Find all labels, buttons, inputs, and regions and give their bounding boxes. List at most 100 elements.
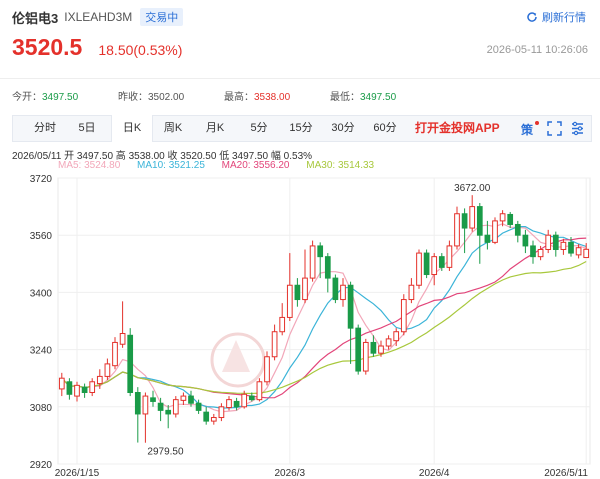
- candle-body: [370, 341, 377, 354]
- candle-body: [507, 213, 514, 225]
- y-tick-label: 3560: [30, 231, 53, 242]
- candle-body: [416, 252, 422, 286]
- candle-body: [385, 338, 392, 347]
- candle-body: [522, 234, 529, 247]
- candle-body: [332, 277, 339, 301]
- settings-icon[interactable]: [570, 121, 585, 136]
- candle-body: [575, 247, 582, 256]
- candle-body: [552, 234, 559, 251]
- tab-daily-k[interactable]: 日K: [111, 115, 153, 142]
- candle-body: [127, 334, 134, 394]
- candle-body: [188, 395, 194, 404]
- high-price-label: 3672.00: [454, 183, 491, 194]
- candle-body: [256, 381, 263, 401]
- refresh-label: 刷新行情: [542, 12, 586, 24]
- candle-body: [514, 223, 521, 236]
- candle-body: [271, 331, 278, 358]
- candle-body: [454, 213, 460, 247]
- candle-body: [378, 345, 384, 354]
- fullscreen-icon[interactable]: [547, 121, 562, 136]
- tab-timeshare[interactable]: 分时: [29, 116, 61, 141]
- tab-30min[interactable]: 30分: [327, 116, 359, 141]
- ma20-line: [61, 237, 587, 399]
- candle-body: [438, 256, 445, 268]
- candle-body: [218, 406, 225, 419]
- candle-body: [264, 356, 270, 383]
- candle-body: [302, 277, 308, 301]
- strategy-icon[interactable]: 策: [521, 121, 539, 137]
- tab-15min[interactable]: 15分: [285, 116, 317, 141]
- stat-high: 最高：3538.00: [224, 92, 291, 103]
- watermark: [210, 332, 266, 388]
- candle-body: [393, 331, 400, 342]
- ma30-line: [61, 260, 587, 395]
- header-divider: [0, 78, 600, 79]
- strategy-label: 策: [521, 123, 534, 137]
- candle-body: [134, 392, 141, 415]
- candle-body: [286, 284, 293, 318]
- candle-body: [74, 384, 80, 397]
- period-tabs: 分时 5日 日K 周K 月K 5分 15分 30分 60分 打开金投网APP 策: [12, 115, 592, 142]
- candle-body: [530, 245, 536, 258]
- refresh-button[interactable]: 刷新行情: [526, 9, 586, 25]
- candles: [58, 195, 590, 443]
- refresh-icon: [527, 12, 537, 22]
- tab-5day[interactable]: 5日: [71, 116, 103, 141]
- strategy-dot-icon: [535, 121, 539, 125]
- stats-row: 今开：3497.50 昨收：3502.00 最高：3538.00 最低：3497…: [12, 88, 592, 103]
- price-row: 3520.5 18.50(0.53%): [12, 34, 182, 61]
- ma-legend: MA5: 3524.80 MA10: 3521.25 MA20: 3556.20…: [58, 160, 388, 171]
- candle-body: [157, 402, 164, 411]
- x-tick-label: 2026/1/15: [55, 468, 100, 479]
- kline-chart[interactable]: 3720 3560 3400 3240 3080 29202026/1/15 2026/3 2…: [0, 172, 600, 479]
- tab-weekly-k[interactable]: 周K: [157, 116, 189, 141]
- candle-body: [340, 284, 346, 301]
- candle-body: [96, 375, 103, 385]
- candle-body: [195, 402, 202, 411]
- title-row: 伦铝电3 IXLEAHD3M 交易中: [12, 8, 184, 26]
- open-app-link[interactable]: 打开金投网APP: [415, 116, 500, 141]
- candle-body: [81, 386, 88, 393]
- tab-5min[interactable]: 5分: [243, 116, 275, 141]
- candle-body: [537, 249, 544, 258]
- candle-body: [469, 206, 476, 229]
- candle-body: [210, 417, 217, 422]
- x-tick-label: 2026/5/11: [544, 468, 588, 479]
- x-tick-label: 2026/3: [275, 468, 306, 479]
- candle-body: [461, 213, 468, 229]
- candle-body: [150, 397, 156, 402]
- candle-body: [492, 220, 498, 243]
- candle-body: [241, 393, 248, 408]
- candle-body: [226, 399, 232, 409]
- candle-body: [484, 234, 491, 243]
- watermark-logo-mark: [222, 340, 250, 372]
- ma30-label: MA30: 3514.33: [306, 160, 375, 171]
- x-tick-label: 2026/4: [419, 468, 450, 479]
- low-price-label: 2979.50: [147, 447, 184, 458]
- last-price: 3520.5: [12, 34, 83, 60]
- candle-body: [400, 299, 407, 333]
- price-change: 18.50(0.53%): [98, 42, 183, 58]
- ma-lines: [61, 223, 587, 413]
- candle-body: [309, 245, 316, 279]
- candle-body: [499, 213, 506, 222]
- quote-timestamp: 2026-05-11 10:26:06: [486, 44, 588, 56]
- candle-body: [560, 241, 567, 250]
- ma10-label: MA10: 3521.25: [137, 160, 205, 171]
- candle-body: [119, 333, 126, 345]
- candle-body: [324, 256, 331, 279]
- candle-body: [431, 256, 438, 276]
- candle-body: [423, 252, 430, 276]
- instrument-name: 伦铝电3: [12, 10, 59, 26]
- candle-body: [180, 395, 187, 401]
- tab-monthly-k[interactable]: 月K: [199, 116, 231, 141]
- candle-body: [89, 381, 96, 393]
- y-tick-label: 2920: [30, 460, 53, 471]
- candle-body: [545, 234, 552, 251]
- candle-body: [347, 284, 354, 329]
- tab-60min[interactable]: 60分: [369, 116, 401, 141]
- candle-body: [317, 245, 324, 258]
- candle-body: [355, 327, 362, 372]
- y-tick-label: 3720: [30, 174, 53, 185]
- candle-body: [362, 341, 369, 372]
